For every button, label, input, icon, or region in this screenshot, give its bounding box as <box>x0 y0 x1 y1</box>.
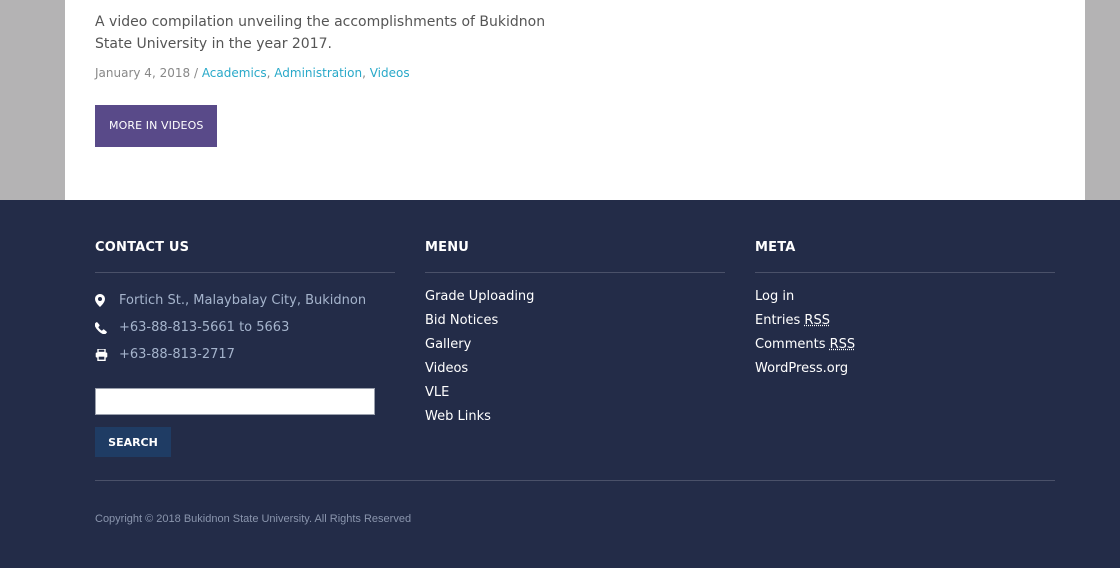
meta-column: META Log in Entries RSS Comments RSS Wor… <box>755 240 1055 385</box>
footer: CONTACT US Fortich St., Malaybalay City,… <box>0 200 1120 568</box>
category-link-videos[interactable]: Videos <box>370 66 410 80</box>
category-link-administration[interactable]: Administration <box>274 66 362 80</box>
menu-heading: MENU <box>425 240 470 255</box>
contact-column: CONTACT US Fortich St., Malaybalay City,… <box>95 240 395 368</box>
search-button[interactable]: SEARCH <box>95 427 171 457</box>
entries-label: Entries <box>755 313 801 328</box>
printer-icon <box>95 348 119 361</box>
post-date: January 4, 2018 <box>95 66 191 80</box>
menu-item-gallery[interactable]: Gallery <box>425 337 471 352</box>
comments-rss-abbr: RSS <box>829 337 856 352</box>
post-panel: A video compilation unveiling the accomp… <box>65 0 1085 200</box>
contact-fax: +63-88-813-2717 <box>95 341 395 368</box>
meta-wordpress-link[interactable]: WordPress.org <box>755 361 848 376</box>
menu-column: MENU Grade Uploading Bid Notices Gallery… <box>425 240 725 433</box>
meta-heading: META <box>755 240 796 255</box>
footer-divider <box>95 480 1055 481</box>
contact-phone-text: +63-88-813-5661 to 5663 <box>119 320 290 335</box>
category-link-academics[interactable]: Academics <box>202 66 267 80</box>
menu-divider <box>425 272 725 273</box>
contact-address: Fortich St., Malaybalay City, Bukidnon <box>95 287 395 314</box>
meta-list: Log in Entries RSS Comments RSS WordPres… <box>755 289 1055 385</box>
contact-list: Fortich St., Malaybalay City, Bukidnon +… <box>95 287 395 368</box>
contact-phone: +63-88-813-5661 to 5663 <box>95 314 395 341</box>
comments-label: Comments <box>755 337 826 352</box>
meta-divider <box>755 272 1055 273</box>
post-meta: January 4, 2018 / Academics, Administrat… <box>95 66 410 80</box>
menu-item-grade-uploading[interactable]: Grade Uploading <box>425 289 534 304</box>
contact-divider <box>95 272 395 273</box>
meta-comments-rss-link[interactable]: Comments RSS <box>755 337 855 352</box>
meta-login-link[interactable]: Log in <box>755 289 794 304</box>
page: A video compilation unveiling the accomp… <box>0 0 1120 570</box>
map-marker-icon <box>95 294 119 307</box>
contact-address-text: Fortich St., Malaybalay City, Bukidnon <box>119 293 367 308</box>
copyright-text: Copyright © 2018 Bukidnon State Universi… <box>95 513 412 525</box>
menu-item-vle[interactable]: VLE <box>425 385 449 400</box>
contact-heading: CONTACT US <box>95 240 190 255</box>
post-description: A video compilation unveiling the accomp… <box>95 14 546 52</box>
menu-item-bid-notices[interactable]: Bid Notices <box>425 313 498 328</box>
phone-icon <box>95 321 119 334</box>
contact-fax-text: +63-88-813-2717 <box>119 347 235 362</box>
menu-item-web-links[interactable]: Web Links <box>425 409 491 424</box>
search-input[interactable] <box>95 388 375 415</box>
meta-entries-rss-link[interactable]: Entries RSS <box>755 313 830 328</box>
menu-item-videos[interactable]: Videos <box>425 361 468 376</box>
more-in-videos-button[interactable]: MORE IN VIDEOS <box>95 105 218 147</box>
meta-separator: / <box>193 66 198 80</box>
entries-rss-abbr: RSS <box>804 313 830 328</box>
menu-list: Grade Uploading Bid Notices Gallery Vide… <box>425 289 725 433</box>
